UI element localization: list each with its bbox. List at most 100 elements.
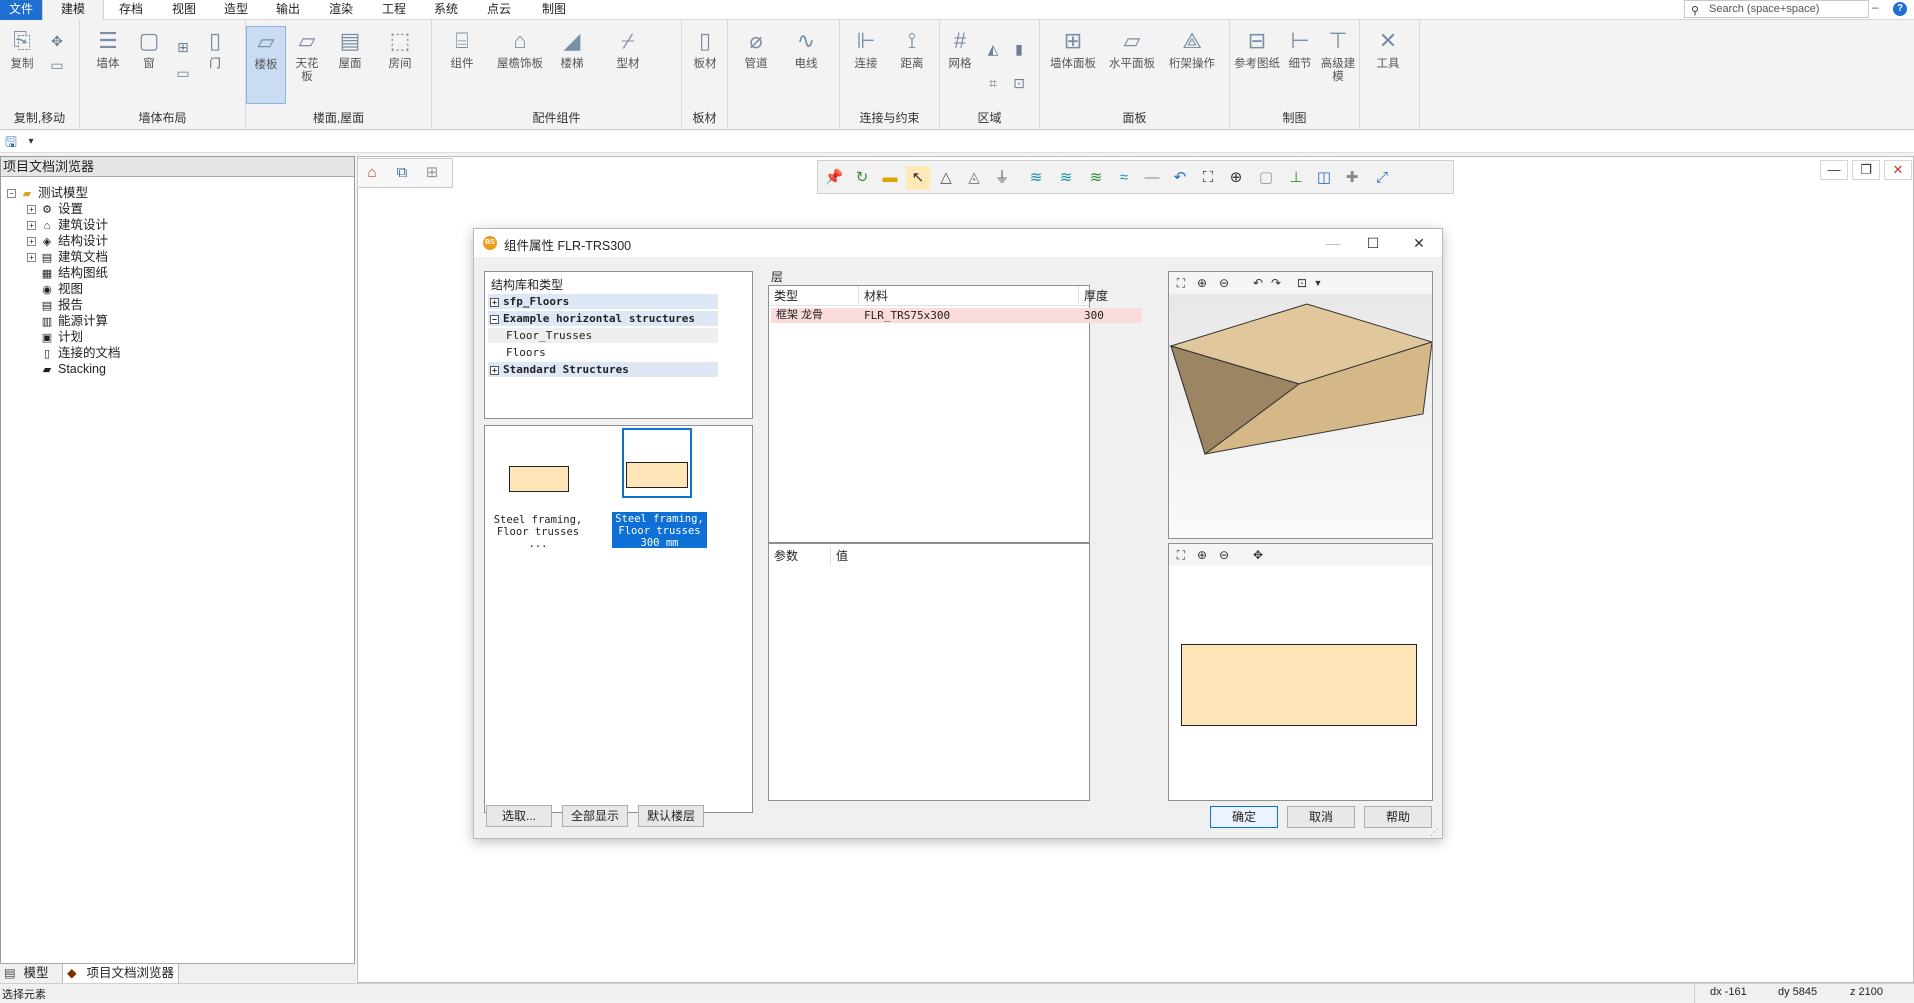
area-tool-icon[interactable]: ◭ [984,40,1002,58]
zoom-out-icon[interactable]: ⊖ [1215,546,1233,564]
col-value[interactable]: 值 [831,546,1031,566]
niche-icon[interactable]: ▭ [174,64,192,82]
connect-button[interactable]: ⊩ 连接 [844,26,888,71]
tree-item[interactable]: ▥ 能源计算 [40,313,108,329]
pin-icon[interactable]: 📌 [822,166,846,190]
tab-project-browser[interactable]: ◆ 项目文档浏览器 [62,964,179,984]
tab-menu-3[interactable]: 视图 [158,0,210,20]
layer-icon-4[interactable]: ≈ [1112,166,1136,190]
tab-menu-7[interactable]: 工程 [368,0,420,20]
tree-item[interactable]: ▯ 连接的文档 [40,345,121,361]
expand-icon[interactable]: + [27,205,36,215]
collapse-icon[interactable]: − [7,189,16,199]
tab-menu-8[interactable]: 系统 [420,0,472,20]
tree-item[interactable]: ▤ 报告 [40,297,83,313]
box-icon[interactable]: ▢ [1254,166,1278,190]
layer-icon-1[interactable]: ≋ [1024,166,1048,190]
room-button[interactable]: ⬚ 房间 [380,26,420,71]
stair-button[interactable]: ◢ 楼梯 [552,26,592,71]
thumb-item-2[interactable]: Steel framing, Floor trusses 300 mm [612,426,707,549]
cable-button[interactable]: ∿ 电线 [784,26,828,71]
measure-icon[interactable]: ▬ [878,166,902,190]
tab-menu-5[interactable]: 输出 [262,0,314,20]
tile-views-icon[interactable]: ⊞ [420,161,444,185]
opening-icon[interactable]: ⊞ [174,38,192,56]
col-material[interactable]: 材料 [859,286,1079,306]
library-item[interactable]: Floor_Trusses [488,328,718,343]
cancel-button[interactable]: 取消 [1287,806,1355,828]
section-icon[interactable]: ◫ [1312,166,1336,190]
tab-menu-6[interactable]: 渲染 [314,0,368,20]
ceiling-button[interactable]: ▱ 天花板 [290,26,324,84]
region-icon[interactable]: ⌗ [984,74,1002,92]
window-button[interactable]: ▢ 窗 [134,26,164,71]
library-item[interactable]: + Standard Structures [488,362,718,377]
door-button[interactable]: ▯ 门 [200,26,230,71]
col-thickness[interactable]: 厚度 [1079,286,1149,306]
zoom-in-icon[interactable]: ⊕ [1193,274,1211,292]
line-icon[interactable]: — [1140,166,1164,190]
filter-icon[interactable]: ⏚ [990,166,1014,190]
tab-file[interactable]: 文件 [0,0,42,20]
col-type[interactable]: 类型 [769,286,859,306]
tab-menu-4[interactable]: 造型 [210,0,262,20]
quick-access-dropdown-icon[interactable]: ▾ [22,133,40,151]
view-minimize-button[interactable]: — [1820,160,1848,180]
export-view-icon[interactable]: ⤢ [1370,166,1394,190]
zoom-out-icon[interactable]: ⊖ [1215,274,1233,292]
rotate-select-icon[interactable]: ↻ [850,166,874,190]
view-restore-button[interactable]: ❐ [1852,160,1880,180]
tab-menu-2[interactable]: 存档 [104,0,158,20]
library-item[interactable]: Floors [488,345,718,360]
layer-icon-3[interactable]: ≋ [1084,166,1108,190]
tree-item[interactable]: + ▤ 建筑文档 [27,249,108,265]
wall-panel-button[interactable]: ⊞ 墙体面板 [1046,26,1100,71]
preview-3d-panel[interactable]: ⛶ ⊕ ⊖ ↶ ↷ ⊡ ▼ [1168,271,1433,539]
fit-view-icon[interactable]: ⛶ [1172,274,1190,292]
expand-icon[interactable]: + [490,297,499,307]
copy-button[interactable]: ⎘ 复制 [4,26,40,71]
distance-button[interactable]: ⟟ 距离 [890,26,934,71]
ref-drawing-button[interactable]: ⊟ 参考图纸 [1230,26,1284,71]
roof-deco-button[interactable]: ⌂ 屋檐饰板 [492,26,548,71]
tree-item[interactable]: ▣ 计划 [40,329,83,345]
horiz-panel-button[interactable]: ▱ 水平面板 [1104,26,1160,71]
dialog-maximize-button[interactable]: ☐ [1363,233,1383,253]
pick-button[interactable]: 选取... [486,805,552,827]
rotate-right-icon[interactable]: ↷ [1267,274,1285,292]
preview-2d-panel[interactable]: ⛶ ⊕ ⊖ ✥ [1168,543,1433,801]
move-icon[interactable]: ✥ [48,32,66,50]
triangle-icon[interactable]: △ [934,166,958,190]
board-button[interactable]: ▯ 板材 [688,26,722,71]
grid-button[interactable]: # 网格 [940,26,980,71]
ok-button[interactable]: 确定 [1210,806,1278,828]
view-mode-dropdown-icon[interactable]: ▼ [1309,274,1327,292]
show-all-button[interactable]: 全部显示 [562,805,628,827]
detail-button[interactable]: ⊢ 细节 [1282,26,1318,71]
undo-view-icon[interactable]: ↶ [1168,166,1192,190]
axis-icon[interactable]: ⊥ [1284,166,1308,190]
tools-button[interactable]: ✕ 工具 [1368,26,1408,71]
default-floor-button[interactable]: 默认楼层 [638,805,704,827]
table-row[interactable]: 框架 龙骨 FLR_TRS75x300 300 [771,308,1142,323]
zoom-in-icon[interactable]: ⊕ [1193,546,1211,564]
expand-icon[interactable]: + [27,221,36,231]
col-param[interactable]: 参数 [769,546,831,566]
component-button[interactable]: ⌸ 组件 [442,26,482,71]
dotted-triangle-icon[interactable]: ◬ [962,166,986,190]
zoom-extents-icon[interactable]: ⛶ [1196,166,1220,190]
help-button[interactable]: 帮助 [1364,806,1432,828]
expand-icon[interactable]: + [27,253,36,263]
search-input[interactable]: ⚲ Search (space+space) [1684,0,1869,18]
help-icon[interactable]: ? [1893,2,1907,16]
pan-icon[interactable]: ✥ [1249,546,1267,564]
pointer-icon[interactable]: ↖ [906,166,930,190]
tree-item[interactable]: + ⌂ 建筑设计 [27,217,108,233]
roof-button[interactable]: ▤ 屋面 [330,26,370,71]
thumb-item-1[interactable]: Steel framing, Floor trusses ... [493,430,583,550]
tree-root[interactable]: − ▰ 测试模型 [7,185,88,201]
wall-button[interactable]: ☰ 墙体 [90,26,126,71]
rotate-left-icon[interactable]: ↶ [1249,274,1267,292]
tree-item[interactable]: + ◈ 结构设计 [27,233,108,249]
home-view-icon[interactable]: ⌂ [360,161,384,185]
